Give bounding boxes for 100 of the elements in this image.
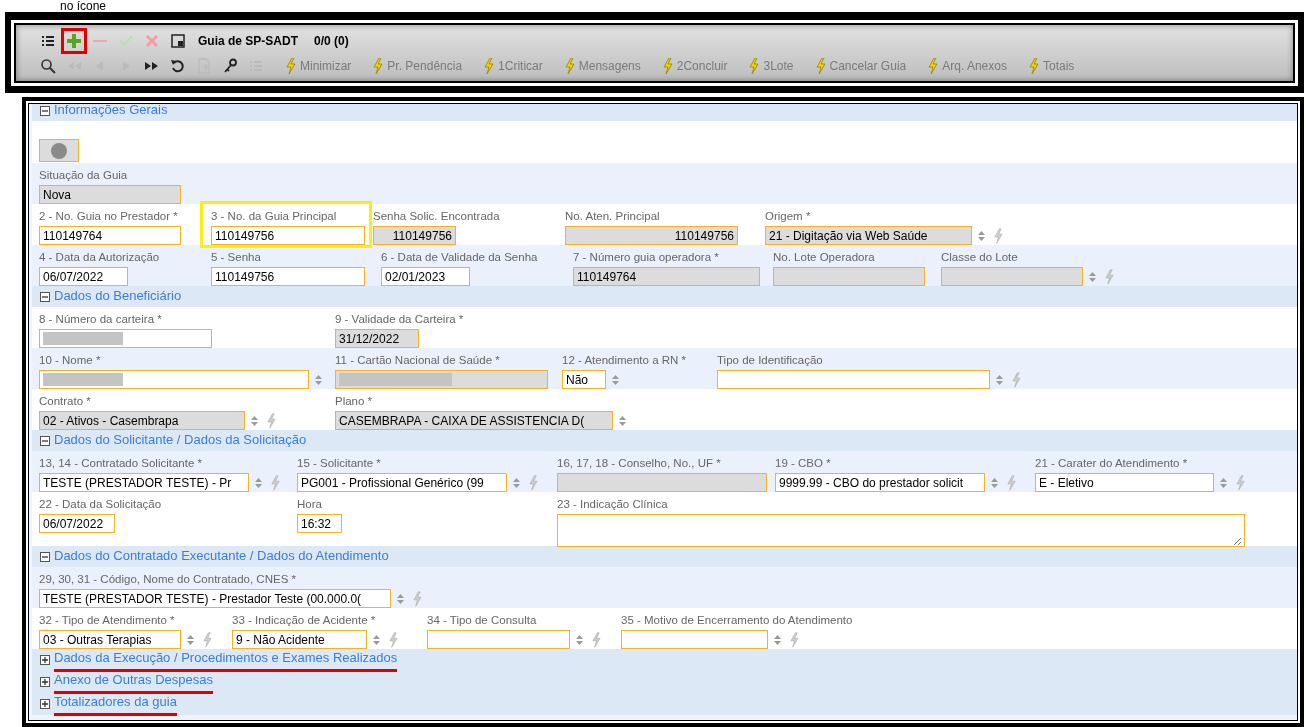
input-field[interactable] [335, 370, 548, 389]
spinner-icon[interactable] [186, 632, 195, 647]
input-field[interactable] [557, 473, 767, 492]
lightning-icon[interactable] [413, 590, 422, 607]
field-label: 16, 17, 18 - Conselho, No., UF * [557, 457, 722, 470]
field-label: 8 - Número da carteira * [39, 313, 163, 326]
spinner-icon[interactable] [1219, 475, 1228, 490]
field-label: 12 - Atendimento a RN * [562, 354, 687, 367]
spinner-icon[interactable] [314, 372, 323, 387]
text-area[interactable] [557, 514, 1245, 547]
collapse-icon[interactable] [40, 435, 50, 446]
lightning-icon [662, 58, 673, 74]
dropdown-field[interactable]: TESTE (PRESTADOR TESTE) - Pr [39, 473, 249, 492]
lightning-icon [815, 58, 826, 74]
dropdown-field[interactable]: 21 - Digitação via Web Saúde [765, 226, 972, 245]
lightning-icon[interactable] [529, 474, 538, 491]
spinner-icon[interactable] [995, 372, 1004, 387]
window-icon[interactable] [168, 31, 188, 51]
lightning-icon[interactable] [389, 631, 398, 648]
dropdown-field[interactable]: CASEMBRAPA - CAIXA DE ASSISTENCIA D( [335, 411, 613, 430]
status-button[interactable] [39, 139, 79, 162]
field-label: 23 - Indicação Clínica [557, 498, 669, 511]
dropdown-field[interactable]: E - Eletivo [1035, 473, 1214, 492]
input-field[interactable]: 06/07/2022 [39, 267, 128, 286]
lightning-icon[interactable] [267, 412, 276, 429]
dropdown-field[interactable] [717, 370, 990, 389]
input-field[interactable]: 31/12/2022 [335, 329, 419, 348]
input-field[interactable]: 110149764 [39, 226, 181, 245]
dropdown-field[interactable]: Não [562, 370, 606, 389]
input-field[interactable]: 06/07/2022 [39, 514, 115, 533]
add-icon[interactable] [64, 31, 84, 51]
input-field[interactable]: 110149756 [565, 226, 738, 245]
input-field[interactable]: 16:32 [297, 514, 342, 533]
input-field[interactable] [39, 329, 212, 348]
dropdown-field[interactable]: 03 - Outras Terapias [39, 630, 181, 649]
expand-icon[interactable] [40, 677, 50, 687]
lightning-icon[interactable] [1007, 474, 1016, 491]
spinner-icon[interactable] [372, 632, 381, 647]
field-label: Classe do Lote [941, 251, 1019, 264]
dropdown-field[interactable]: 9 - Não Acidente [232, 630, 367, 649]
field-label: No. Lote Operadora [773, 251, 876, 264]
lightning-icon[interactable] [1105, 268, 1114, 285]
dropdown-field[interactable] [621, 630, 768, 649]
input-field[interactable]: 110149756 [373, 226, 456, 245]
field-label: 29, 30, 31 - Código, Nome do Contratado, CNES * [39, 573, 297, 586]
input-field[interactable]: 110149764 [573, 267, 760, 286]
spinner-icon[interactable] [1088, 269, 1097, 284]
field-label: 32 - Tipo de Atendimento * [39, 614, 176, 627]
lightning-icon [1028, 58, 1039, 74]
dropdown-field[interactable]: 02 - Ativos - Casembrapa [39, 411, 245, 430]
collapse-icon[interactable] [40, 551, 50, 562]
field-label: Tipo de Identificação [717, 354, 824, 367]
field-label: Origem * [765, 210, 812, 223]
spinner-icon[interactable] [977, 228, 986, 243]
lightning-icon[interactable] [1012, 371, 1021, 388]
spinner-icon[interactable] [254, 475, 263, 490]
input-field[interactable] [773, 267, 925, 286]
input-field[interactable]: 110149756 [211, 267, 365, 286]
field-label: Contrato * [39, 395, 92, 408]
input-field[interactable]: Nova [39, 185, 181, 204]
collapse-icon[interactable] [40, 291, 50, 302]
lightning-icon[interactable] [592, 631, 601, 648]
lightning-icon[interactable] [790, 631, 799, 648]
expand-icon[interactable] [40, 655, 50, 665]
dropdown-field[interactable]: TESTE (PRESTADOR TESTE) - Prestador Teste (00.000.0( [39, 589, 391, 608]
collapse-icon[interactable] [40, 105, 50, 116]
spinner-icon[interactable] [990, 475, 999, 490]
search-icon[interactable] [38, 56, 58, 76]
dropdown-field[interactable]: 9999.99 - CBO do prestador solicit [775, 473, 985, 492]
field-label: Hora [297, 498, 323, 511]
input-field[interactable]: 110149756 [211, 226, 365, 245]
spinner-icon[interactable] [512, 475, 521, 490]
lightning-icon[interactable] [271, 474, 280, 491]
dropdown-field[interactable] [427, 630, 570, 649]
spinner-icon[interactable] [611, 372, 620, 387]
field-label: 33 - Indicação de Acidente * [232, 614, 377, 627]
lightning-icon[interactable] [994, 227, 1003, 244]
lightning-icon[interactable] [1236, 474, 1245, 491]
spinner-icon[interactable] [575, 632, 584, 647]
dropdown-field[interactable]: PG001 - Profissional Genérico (99 [297, 473, 507, 492]
spinner-icon[interactable] [250, 413, 259, 428]
dropdown-field[interactable] [39, 370, 309, 389]
input-field[interactable]: 02/01/2023 [381, 267, 470, 286]
dropdown-field[interactable] [941, 267, 1083, 286]
field-label: 35 - Motivo de Encerramento do Atendimento [621, 614, 854, 627]
field-label: 5 - Senha [211, 251, 262, 264]
expand-icon[interactable] [40, 699, 50, 709]
lightning-icon[interactable] [203, 631, 212, 648]
field-label: 6 - Data de Validade da Senha [381, 251, 539, 264]
lightning-icon [373, 58, 384, 74]
lightning-icon [286, 58, 296, 74]
record-counter: 0/0 (0) [314, 33, 349, 50]
toolbar-title: Guia de SP-SADT [198, 33, 298, 50]
field-label: 22 - Data da Solicitação [39, 498, 163, 511]
spinner-icon[interactable] [396, 591, 405, 606]
field-label: 19 - CBO * [775, 457, 832, 470]
field-label: Plano * [335, 395, 374, 408]
resize-grip-icon[interactable] [1233, 537, 1241, 545]
spinner-icon[interactable] [773, 632, 782, 647]
spinner-icon[interactable] [618, 413, 627, 428]
